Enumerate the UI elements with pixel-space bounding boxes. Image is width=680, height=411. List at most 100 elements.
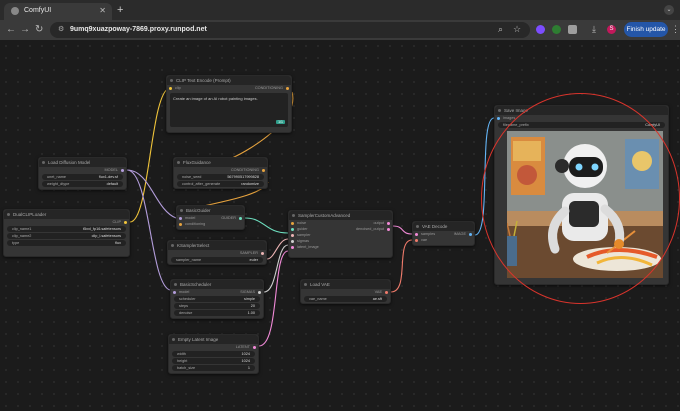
- new-tab-button[interactable]: +: [117, 4, 123, 16]
- tab-search-icon[interactable]: ⌄: [664, 5, 674, 15]
- output-slot-output[interactable]: [387, 222, 390, 225]
- node-title: KSamplerSelect: [168, 241, 266, 250]
- input-slot-samples[interactable]: [415, 233, 418, 236]
- widget-steps[interactable]: steps 20: [174, 303, 260, 309]
- input-label: clip: [175, 86, 181, 90]
- input-slot-guider[interactable]: [291, 228, 294, 231]
- node-sampler-custom-advanced[interactable]: SamplerCustomAdvanced noise output guide…: [288, 210, 393, 258]
- output-slot-sampler[interactable]: [261, 252, 264, 255]
- address-bar[interactable]: ⚙ 9umq9xuazpoway-7869.proxy.runpod.net: [50, 22, 530, 38]
- input-slot-clip[interactable]: [169, 87, 172, 90]
- download-icon[interactable]: ⤓: [592, 24, 596, 35]
- widget-width[interactable]: width 1024: [172, 351, 255, 357]
- input-label: samples: [421, 232, 436, 236]
- node-load-vae[interactable]: Load VAE VAE vae_name ae.sft: [300, 279, 391, 304]
- output-slot-noise[interactable]: [262, 169, 265, 172]
- node-dual-clip-loader[interactable]: DualCLIPLoader CLIP clip_name1 t5xxl_fp16…: [3, 209, 130, 257]
- widget-value: 1024: [241, 359, 250, 363]
- output-slot-clip[interactable]: [124, 221, 127, 224]
- input-slot-model[interactable]: [179, 217, 182, 220]
- output-slot-guider[interactable]: [239, 217, 242, 220]
- input-label: latent_image: [297, 245, 319, 249]
- tab-close-icon[interactable]: ✕: [99, 6, 106, 15]
- output-slot-latent[interactable]: [253, 346, 256, 349]
- output-label: CONDITIONING: [230, 168, 259, 172]
- node-title: SamplerCustomAdvanced: [289, 211, 392, 220]
- node-flux-guidance[interactable]: FluxGuidance CONDITIONING noise_seed 5679…: [173, 157, 268, 189]
- node-ksampler-select[interactable]: KSamplerSelect SAMPLER sampler_name euler: [167, 240, 267, 265]
- widget-clip-name1[interactable]: clip_name1 t5xxl_fp16.safetensors: [7, 226, 126, 232]
- input-label: model: [179, 290, 190, 294]
- node-basic-guider[interactable]: BasicGuider model GUIDER conditioning: [176, 205, 245, 230]
- widget-batch-size[interactable]: batch_size 1: [172, 365, 255, 371]
- widget-noise-seed[interactable]: noise_seed 567990517999828: [177, 174, 264, 180]
- site-info-icon[interactable]: ⚙: [58, 25, 64, 33]
- profile-avatar[interactable]: S: [607, 25, 616, 34]
- widget-key: batch_size: [177, 366, 196, 370]
- input-label: model: [185, 216, 196, 220]
- widget-scheduler[interactable]: scheduler simple: [174, 296, 260, 302]
- output-slot-conditioning[interactable]: [286, 87, 289, 90]
- input-label: vae: [421, 238, 428, 242]
- output-label: CONDITIONING: [254, 86, 283, 90]
- widget-key: noise_seed: [182, 175, 202, 179]
- widget-key: width: [177, 352, 186, 356]
- input-slot-vae[interactable]: [415, 239, 418, 242]
- output-slot-denoised[interactable]: [387, 228, 390, 231]
- input-slot-latent[interactable]: [291, 246, 294, 249]
- extensions-puzzle-icon[interactable]: [568, 25, 577, 34]
- widget-height[interactable]: height 1024: [172, 358, 255, 364]
- input-slot-conditioning[interactable]: [179, 223, 182, 226]
- reload-icon[interactable]: ↻: [35, 24, 43, 35]
- extension-icon[interactable]: [552, 25, 561, 34]
- output-slot-image[interactable]: [469, 233, 472, 236]
- prompt-textarea[interactable]: Create an image of an AI robot painting …: [170, 93, 288, 127]
- input-slot-noise[interactable]: [291, 222, 294, 225]
- widget-type[interactable]: type flux: [7, 240, 126, 246]
- node-vae-decode[interactable]: VAE Decode samples IMAGE vae: [412, 221, 475, 246]
- widget-unet-name[interactable]: unet_name flux1-dev.sf: [42, 174, 123, 180]
- widget-key: clip_name1: [12, 227, 32, 231]
- widget-clip-name2[interactable]: clip_name2 clip_l.safetensors: [7, 233, 126, 239]
- widget-sampler-name[interactable]: sampler_name euler: [171, 257, 263, 263]
- input-label: sigmas: [297, 239, 310, 243]
- input-label: sampler: [297, 233, 311, 237]
- extension-icon[interactable]: [536, 25, 545, 34]
- output-slot-model[interactable]: [121, 169, 124, 172]
- widget-key: type: [12, 241, 20, 245]
- node-empty-latent-image[interactable]: Empty Latent Image LATENT width 1024 heig…: [168, 334, 259, 374]
- output-slot-sigmas[interactable]: [258, 291, 261, 294]
- widget-value: t5xxl_fp16.safetensors: [83, 227, 121, 231]
- widget-weight-dtype[interactable]: weight_dtype default: [42, 181, 123, 187]
- widget-value: 20: [250, 304, 255, 308]
- input-label: guider: [297, 227, 308, 231]
- browser-tab[interactable]: ComfyUI ✕: [4, 3, 112, 20]
- back-icon[interactable]: ←: [6, 24, 16, 35]
- widget-control-after-generate[interactable]: control_after_generate randomize: [177, 181, 264, 187]
- output-label: denoised_output: [355, 227, 384, 231]
- node-title: VAE Decode: [413, 222, 474, 231]
- node-clip-text-encode[interactable]: CLIP Text Encode (Prompt) clip CONDITION…: [166, 75, 292, 133]
- bookmark-star-icon[interactable]: ☆: [513, 24, 521, 35]
- widget-value: default: [106, 182, 118, 186]
- input-slot-images[interactable]: [497, 117, 500, 120]
- input-slot-sampler[interactable]: [291, 234, 294, 237]
- browser-menu-icon[interactable]: ⋮: [671, 24, 680, 35]
- finish-update-button[interactable]: Finish update: [624, 22, 668, 37]
- widget-key: clip_name2: [12, 234, 32, 238]
- prompt-text: Create an image of an AI robot painting …: [173, 96, 258, 101]
- forward-icon[interactable]: →: [20, 24, 30, 35]
- zoom-icon[interactable]: ⌕: [498, 24, 503, 35]
- output-label: CLIP: [112, 220, 121, 224]
- widget-key: vae_name: [309, 297, 327, 301]
- widget-value: clip_l.safetensors: [91, 234, 121, 238]
- widget-vae-name[interactable]: vae_name ae.sft: [304, 296, 387, 302]
- node-basic-scheduler[interactable]: BasicScheduler model SIGMAS scheduler sim…: [170, 279, 264, 319]
- output-slot-vae[interactable]: [385, 291, 388, 294]
- input-slot-sigmas[interactable]: [291, 240, 294, 243]
- widget-value: 567990517999828: [227, 175, 259, 179]
- input-slot-model[interactable]: [173, 291, 176, 294]
- node-load-diffusion-model[interactable]: Load Diffusion Model MODEL unet_name flux…: [38, 157, 127, 190]
- output-label: output: [373, 221, 384, 225]
- widget-denoise[interactable]: denoise 1.00: [174, 310, 260, 316]
